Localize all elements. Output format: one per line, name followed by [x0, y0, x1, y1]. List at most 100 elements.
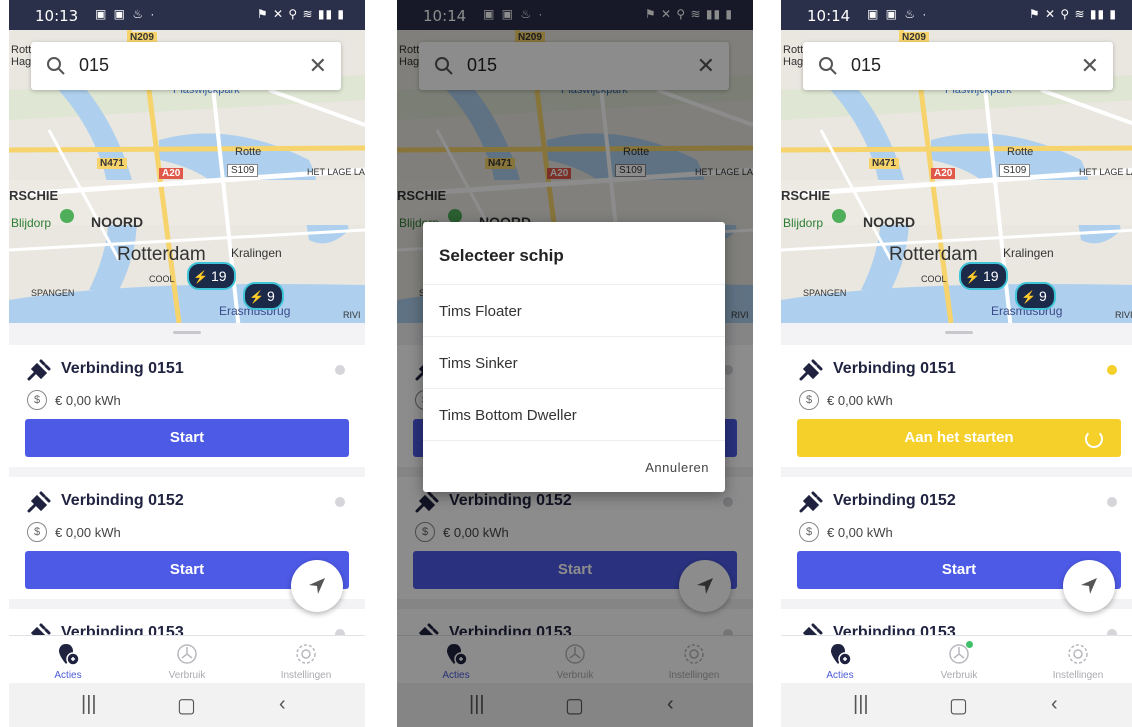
charger-pin[interactable]: ⚡9 [1015, 282, 1056, 310]
ship-option[interactable]: Tims Sinker [423, 336, 725, 389]
phone-screen-3: 10:14 ▣ ▣ ♨ · ⚑ ✕ ⚲ ≋ ▮▮ ▮ N209 Rott Hag… [781, 0, 1132, 727]
map-label-spangen: SPANGEN [803, 288, 847, 298]
bottom-tab-bar: Acties Verbruik Instellingen [9, 635, 365, 684]
plug-icon: ⚡ [1021, 290, 1036, 304]
ship-option[interactable]: Tims Bottom Dweller [423, 388, 725, 441]
plug-icon [27, 491, 51, 513]
tab-instellingen[interactable]: Instellingen [1019, 636, 1132, 684]
road-label-n471: N471 [869, 158, 899, 169]
currency-icon: $ [799, 522, 819, 542]
charger-pin[interactable]: ⚡19 [187, 262, 236, 290]
connection-card[interactable]: Verbinding 0153 [9, 609, 365, 635]
plug-icon: ⚡ [965, 270, 980, 284]
status-bar: 10:14 ▣ ▣ ♨ · ⚑ ✕ ⚲ ≋ ▮▮ ▮ [781, 0, 1132, 30]
pin-count: 19 [210, 268, 227, 284]
start-button-label: Start [169, 561, 205, 578]
connection-price: € 0,00 kWh [827, 525, 893, 540]
connection-name: Verbinding 0152 [61, 492, 184, 509]
home-icon[interactable]: ▢ [177, 693, 196, 718]
notification-icons: ▣ ▣ ♨ · [95, 7, 157, 21]
tab-instellingen[interactable]: Instellingen [247, 636, 365, 684]
charger-pin[interactable]: ⚡19 [959, 262, 1008, 290]
charger-pin[interactable]: ⚡9 [243, 282, 284, 310]
search-input[interactable]: 015 [79, 55, 109, 76]
plug-icon [30, 623, 51, 635]
ship-option-label: Tims Floater [439, 303, 522, 320]
close-icon[interactable]: ✕ [1081, 53, 1099, 79]
plug-icon: ⚡ [249, 290, 264, 304]
search-bar[interactable]: 015 ✕ [803, 42, 1113, 90]
pin-count: 9 [1038, 288, 1047, 304]
gear-icon [1068, 644, 1088, 664]
status-dot [335, 497, 345, 507]
start-button-label: Aan het starten [904, 429, 1014, 446]
bottom-tab-bar: Acties Verbruik Instellingen [781, 635, 1132, 684]
connection-card[interactable]: Verbinding 0151 $ € 0,00 kWh Aan het sta… [781, 345, 1132, 467]
connection-name: Verbinding 0153 [61, 624, 184, 635]
map-label-cool: COOL [921, 274, 947, 284]
locate-button[interactable] [291, 560, 343, 612]
plug-location-icon [59, 644, 80, 666]
road-label-a20: A20 [931, 168, 956, 179]
plug-location-icon [831, 644, 852, 666]
home-icon[interactable]: ▢ [949, 693, 968, 718]
ship-option-label: Tims Sinker [439, 355, 518, 372]
drag-handle[interactable] [173, 331, 201, 334]
pin-count: 9 [266, 288, 275, 304]
drag-handle[interactable] [945, 331, 973, 334]
notification-dot [966, 641, 973, 648]
connection-price: € 0,00 kWh [55, 393, 121, 408]
close-icon[interactable]: ✕ [309, 53, 327, 79]
select-ship-dialog: Selecteer schip Tims Floater Tims Sinker Ti… [423, 222, 725, 492]
back-icon[interactable]: ‹ [1051, 693, 1058, 716]
cancel-button[interactable]: Annuleren [645, 460, 709, 475]
recent-apps-icon[interactable]: ||| [81, 693, 97, 716]
locate-button[interactable] [1063, 560, 1115, 612]
system-nav-bar: ||| ▢ ‹ [781, 683, 1132, 727]
tab-label: Acties [54, 670, 82, 681]
tab-label: Instellingen [280, 670, 332, 681]
map-label-het-lage-land: HET LAGE LA [307, 167, 365, 177]
tab-acties[interactable]: Acties [9, 636, 127, 684]
road-label-a20: A20 [159, 168, 184, 179]
plug-icon [799, 359, 823, 381]
start-button[interactable]: Start [25, 419, 349, 457]
search-input[interactable]: 015 [851, 55, 881, 76]
loading-spinner-icon [1085, 430, 1103, 448]
back-icon[interactable]: ‹ [279, 693, 286, 716]
plug-icon [799, 491, 823, 513]
map-label-kralingen: Kralingen [1003, 246, 1054, 260]
tab-label: Acties [826, 670, 854, 681]
connection-card[interactable]: Verbinding 0151 $ € 0,00 kWh Start [9, 345, 365, 467]
tab-verbruik[interactable]: Verbruik [900, 636, 1018, 684]
map-label-rivi: RIVI [1115, 310, 1132, 320]
recent-apps-icon[interactable]: ||| [853, 693, 869, 716]
notification-icons: ▣ ▣ ♨ · [867, 7, 929, 21]
starting-button[interactable]: Aan het starten [797, 419, 1121, 457]
connection-price: € 0,00 kWh [827, 393, 893, 408]
currency-icon: $ [27, 522, 47, 542]
navigation-arrow-icon [1081, 578, 1097, 594]
navigation-arrow-icon [309, 578, 325, 594]
search-icon [47, 57, 65, 75]
map-label-cool: COOL [149, 274, 175, 284]
connection-card[interactable]: Verbinding 0153 [781, 609, 1132, 635]
map-label-rivi: RIVI [343, 310, 361, 320]
status-bar: 10:13 ▣ ▣ ♨ · ⚑ ✕ ⚲ ≋ ▮▮ ▮ [9, 0, 365, 30]
currency-icon: $ [799, 390, 819, 410]
map-label-kralingen: Kralingen [231, 246, 282, 260]
plug-icon [27, 359, 51, 381]
tab-verbruik[interactable]: Verbruik [128, 636, 246, 684]
connection-name: Verbinding 0152 [833, 492, 956, 509]
ship-option[interactable]: Tims Floater [423, 284, 725, 337]
start-button-label: Start [941, 561, 977, 578]
search-bar[interactable]: 015 ✕ [31, 42, 341, 90]
currency-icon: $ [27, 390, 47, 410]
gauge-icon [177, 644, 197, 664]
plug-icon [802, 623, 823, 635]
gear-icon [296, 644, 316, 664]
phone-screen-1: 10:13 ▣ ▣ ♨ · ⚑ ✕ ⚲ ≋ ▮▮ ▮ N209 Rott Hag… [9, 0, 365, 727]
tab-acties[interactable]: Acties [781, 636, 899, 684]
map-label-rotte: Rotte [1007, 146, 1034, 158]
map-label-schie: RSCHIE [9, 188, 59, 203]
